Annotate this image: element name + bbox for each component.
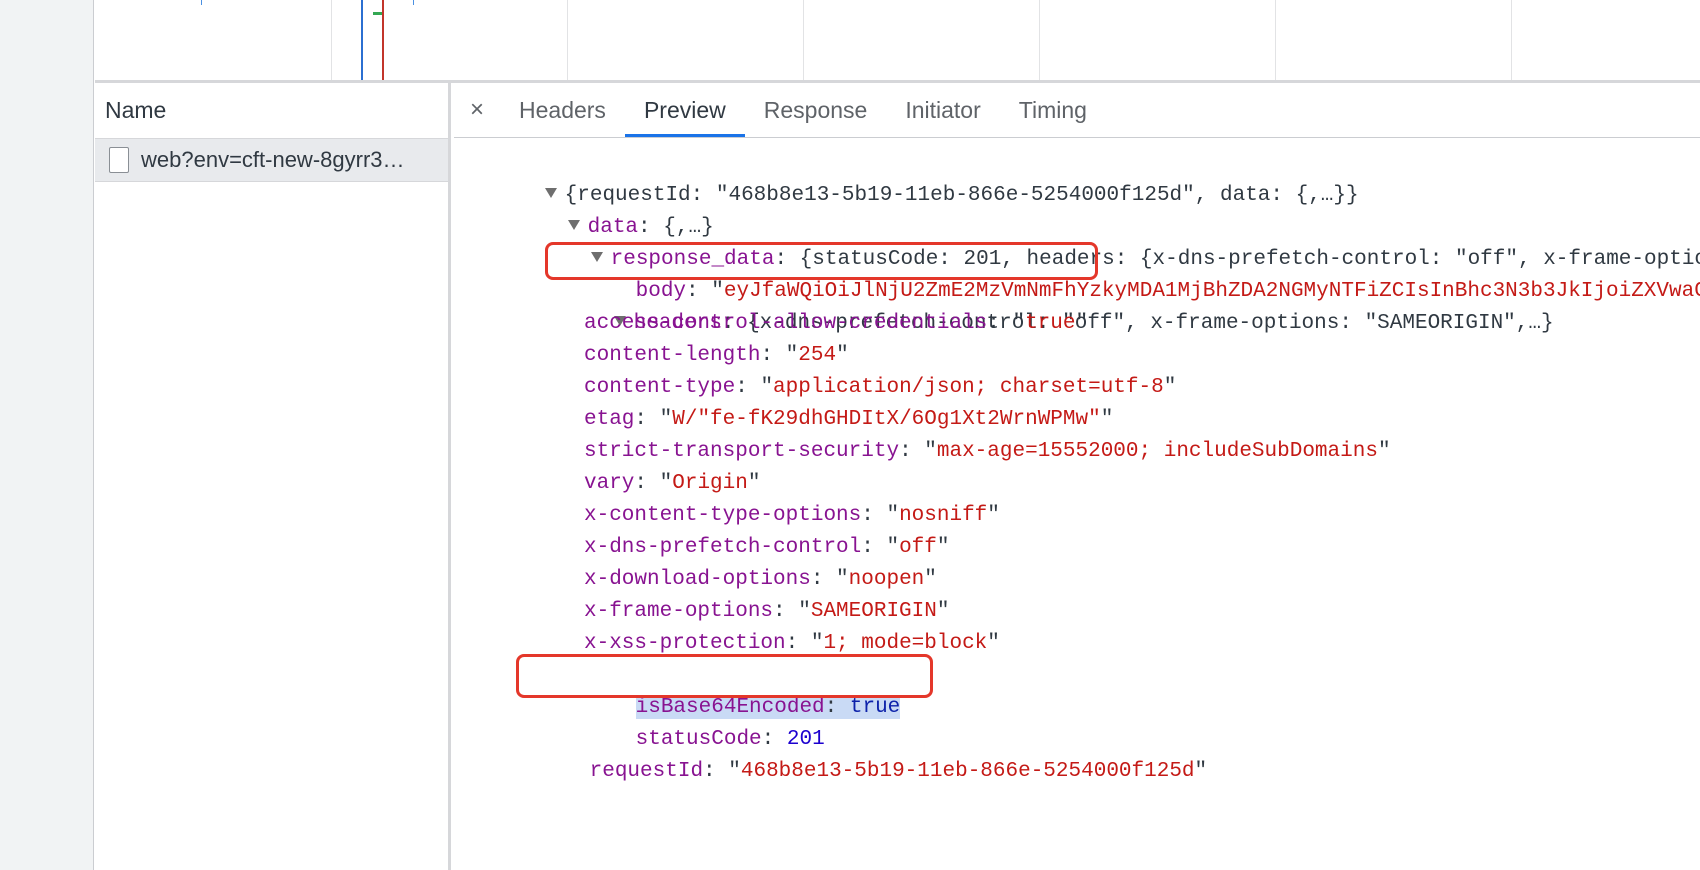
document-icon	[109, 147, 129, 173]
tab-initiator[interactable]: Initiator	[886, 83, 999, 137]
detail-tabbar: × Headers Preview Response Initiator Tim…	[454, 83, 1700, 138]
header-entry[interactable]: access-control-allow-credentials: "true"	[584, 308, 1088, 340]
header-entry[interactable]: content-type: "application/json; charset…	[584, 372, 1176, 404]
request-name: web?env=cft-new-8gyrr3…	[141, 147, 405, 172]
timeline-gridline	[331, 0, 332, 80]
tab-preview[interactable]: Preview	[624, 83, 745, 137]
left-gutter	[0, 0, 94, 870]
timeline-gridline	[1511, 0, 1512, 80]
tree-isbase64-line[interactable]: isBase64Encoded: true	[560, 660, 901, 719]
header-entry[interactable]: strict-transport-security: "max-age=1555…	[584, 436, 1391, 468]
request-detail-panel: × Headers Preview Response Initiator Tim…	[454, 83, 1700, 870]
name-column-header[interactable]: Name	[95, 83, 448, 139]
tree-root-line[interactable]: {requestId: "468b8e13-5b19-11eb-866e-525…	[469, 148, 1359, 207]
tree-body-line[interactable]: body: "eyJfaWQiOiJlNjU2ZmE2MzVmNmFhYzkyM…	[560, 244, 1700, 303]
header-entry[interactable]: x-frame-options: "SAMEORIGIN"	[584, 596, 949, 628]
header-entry[interactable]: vary: "Origin"	[584, 468, 760, 500]
request-waterfall-bar	[373, 12, 382, 15]
header-entry[interactable]: content-length: "254"	[584, 340, 849, 372]
header-entry[interactable]: x-content-type-options: "nosniff"	[584, 500, 1000, 532]
network-timeline[interactable]	[95, 0, 1700, 83]
header-entry[interactable]: x-download-options: "noopen"	[584, 564, 937, 596]
timeline-tick	[413, 0, 414, 5]
tab-timing[interactable]: Timing	[1000, 83, 1106, 137]
tab-headers[interactable]: Headers	[500, 83, 625, 137]
timeline-gridline	[1039, 0, 1040, 80]
header-entry[interactable]: x-dns-prefetch-control: "off"	[584, 532, 949, 564]
timeline-gridline	[803, 0, 804, 80]
load-event-marker	[382, 0, 384, 80]
tree-response-data-line[interactable]: response_data: {statusCode: 201, headers…	[515, 212, 1700, 271]
tree-data-line[interactable]: data: {,…}	[492, 180, 714, 239]
dom-content-loaded-marker	[361, 0, 363, 80]
header-entry[interactable]: etag: "W/"fe-fK29dhGHDItX/6Og1Xt2WrnWPMw…	[584, 404, 1113, 436]
timeline-gridline	[1275, 0, 1276, 80]
tree-requestid-line[interactable]: requestId: "468b8e13-5b19-11eb-866e-5254…	[514, 724, 1208, 783]
tree-headers-line[interactable]: headers: {x-dns-prefetch-control: "off",…	[538, 276, 1554, 335]
json-preview-tree: {requestId: "468b8e13-5b19-11eb-866e-525…	[454, 138, 1700, 783]
tab-response[interactable]: Response	[745, 83, 887, 137]
tree-statuscode-line[interactable]: statusCode: 201	[560, 692, 825, 751]
request-list-panel: Name web?env=cft-new-8gyrr3…	[95, 83, 451, 870]
timeline-gridline	[567, 0, 568, 80]
header-entry[interactable]: x-xss-protection: "1; mode=block"	[584, 628, 1000, 660]
timeline-tick	[201, 0, 202, 5]
request-row[interactable]: web?env=cft-new-8gyrr3…	[95, 139, 448, 182]
close-icon[interactable]: ×	[454, 83, 500, 137]
name-column-label: Name	[105, 97, 167, 123]
